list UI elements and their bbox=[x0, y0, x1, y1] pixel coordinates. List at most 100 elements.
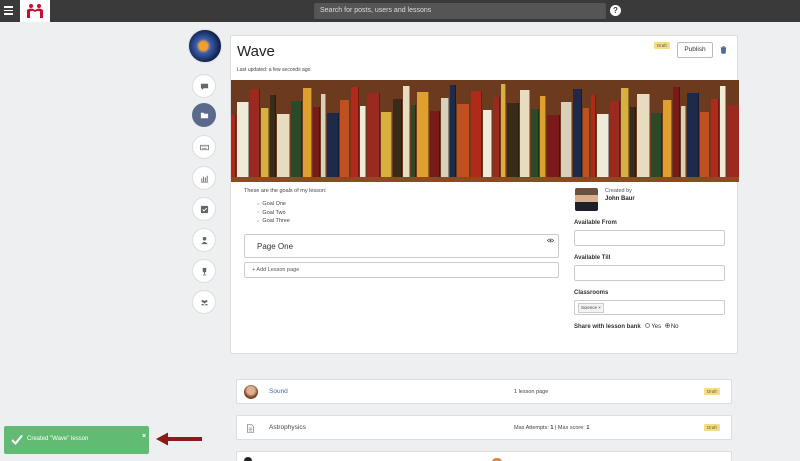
tag-remove-icon[interactable]: × bbox=[598, 305, 601, 310]
status-badge: Draft bbox=[704, 388, 720, 395]
banner-book bbox=[700, 112, 710, 177]
classrooms-field[interactable]: Science × bbox=[574, 300, 725, 315]
created-by-label: Created by bbox=[605, 188, 632, 194]
available-till-label: Available Till bbox=[574, 255, 611, 261]
banner-book bbox=[441, 98, 449, 177]
share-row: Share with lesson bank Yes No bbox=[574, 323, 681, 330]
lesson-page-title[interactable]: Page One bbox=[257, 242, 293, 251]
banner-book bbox=[303, 88, 312, 177]
max-score-label: | Max score: bbox=[553, 425, 587, 431]
groups-button[interactable] bbox=[192, 290, 216, 314]
banner-book bbox=[540, 96, 546, 177]
stats-button[interactable] bbox=[192, 166, 216, 190]
lesson-page-card[interactable]: Page One bbox=[244, 234, 559, 258]
goal-item: Goal Three bbox=[257, 218, 289, 227]
banner-book bbox=[381, 112, 392, 177]
max-score-value: 1 bbox=[586, 425, 590, 431]
share-no-label: No bbox=[670, 323, 679, 330]
banner-book bbox=[430, 111, 440, 177]
eye-icon[interactable] bbox=[547, 238, 554, 243]
banner-book bbox=[573, 89, 582, 177]
document-icon bbox=[247, 424, 254, 433]
add-lesson-page-button[interactable]: + Add Lesson page bbox=[244, 262, 559, 278]
keyboard-button[interactable] bbox=[192, 135, 216, 159]
hamburger-menu-icon[interactable] bbox=[4, 6, 13, 16]
banner-book bbox=[720, 86, 726, 177]
publish-button[interactable]: Publish bbox=[677, 42, 713, 58]
classroom-tag: Science × bbox=[578, 303, 604, 313]
lesson-thumbnail bbox=[244, 385, 258, 399]
share-no-option[interactable]: No bbox=[664, 323, 679, 330]
chat-button[interactable] bbox=[192, 74, 216, 98]
trash-icon[interactable] bbox=[720, 46, 727, 54]
lesson-row[interactable] bbox=[236, 451, 732, 461]
folder-button[interactable] bbox=[192, 103, 216, 127]
app-logo[interactable] bbox=[20, 0, 50, 22]
folder-icon bbox=[200, 112, 208, 118]
banner-book bbox=[237, 102, 249, 177]
banner-book bbox=[630, 107, 636, 177]
lesson-row[interactable]: Astrophysics Max Attempts: 1 | Max score… bbox=[236, 415, 732, 440]
banner-book bbox=[393, 99, 402, 177]
help-icon[interactable]: ? bbox=[610, 5, 621, 16]
toast-close-button[interactable]: × bbox=[142, 433, 146, 440]
lesson-row-meta: Max Attempts: 1 | Max score: 1 bbox=[514, 425, 589, 431]
search-input[interactable]: Search for posts, users and lessons bbox=[314, 3, 606, 19]
lesson-row-name[interactable]: Sound bbox=[269, 388, 288, 395]
share-yes-option[interactable]: Yes bbox=[645, 323, 661, 330]
max-attempts-label: Max Attempts: bbox=[514, 425, 551, 431]
assignments-button[interactable] bbox=[192, 197, 216, 221]
lesson-row[interactable]: Sound 1 lesson page Draft bbox=[236, 379, 732, 404]
banner-book bbox=[727, 105, 739, 177]
success-toast: Created "Wave" lesson × bbox=[4, 426, 149, 454]
banner-book bbox=[250, 89, 260, 177]
arrow-left-icon bbox=[156, 432, 202, 446]
checkbox-icon bbox=[200, 205, 208, 213]
banner-book bbox=[673, 87, 680, 177]
bar-chart-icon bbox=[200, 175, 208, 183]
lesson-row-meta: 1 lesson page bbox=[514, 389, 549, 395]
banner-book bbox=[597, 114, 609, 177]
share-no-radio[interactable] bbox=[664, 323, 670, 328]
lesson-banner-image bbox=[231, 80, 739, 182]
banner-book bbox=[637, 94, 650, 177]
banner-book bbox=[621, 88, 629, 177]
banner-book bbox=[493, 97, 500, 177]
banner-book bbox=[663, 100, 672, 177]
banner-book bbox=[561, 102, 572, 177]
share-yes-radio[interactable] bbox=[645, 323, 651, 328]
banner-book bbox=[687, 93, 699, 177]
banner-book bbox=[471, 91, 482, 177]
banner-shelf bbox=[231, 177, 739, 182]
keyboard-icon bbox=[199, 144, 209, 150]
banner-book bbox=[501, 84, 506, 177]
banner-book bbox=[327, 113, 339, 177]
banner-book bbox=[547, 115, 560, 177]
goals-intro-text: These are the goals of my lesson: bbox=[244, 188, 327, 194]
lesson-row-name[interactable]: Astrophysics bbox=[269, 424, 306, 431]
logo-icon bbox=[27, 4, 43, 18]
available-from-field[interactable] bbox=[574, 230, 725, 246]
author-avatar[interactable] bbox=[575, 188, 598, 211]
lesson-avatar[interactable] bbox=[188, 29, 222, 63]
user-icon bbox=[200, 236, 208, 244]
banner-book bbox=[340, 100, 350, 177]
available-till-field[interactable] bbox=[574, 265, 725, 281]
available-from-label: Available From bbox=[574, 220, 617, 226]
achievements-button[interactable] bbox=[192, 259, 216, 283]
banner-book bbox=[403, 86, 410, 177]
user-button[interactable] bbox=[192, 228, 216, 252]
banner-book bbox=[651, 113, 662, 177]
banner-book bbox=[321, 94, 326, 177]
lesson-title[interactable]: Wave bbox=[237, 43, 275, 60]
lesson-card: Wave Last updated: a few seconds ago Dra… bbox=[230, 35, 739, 354]
banner-book bbox=[450, 85, 456, 177]
last-updated-text: Last updated: a few seconds ago bbox=[237, 67, 311, 73]
banner-book bbox=[313, 107, 320, 177]
author-name[interactable]: John Baur bbox=[605, 196, 635, 202]
goals-list: Goal One Goal Two Goal Three bbox=[257, 201, 289, 227]
banner-book bbox=[507, 103, 519, 177]
banner-book bbox=[270, 95, 276, 177]
banner-book bbox=[531, 109, 539, 177]
banner-book bbox=[261, 108, 269, 177]
